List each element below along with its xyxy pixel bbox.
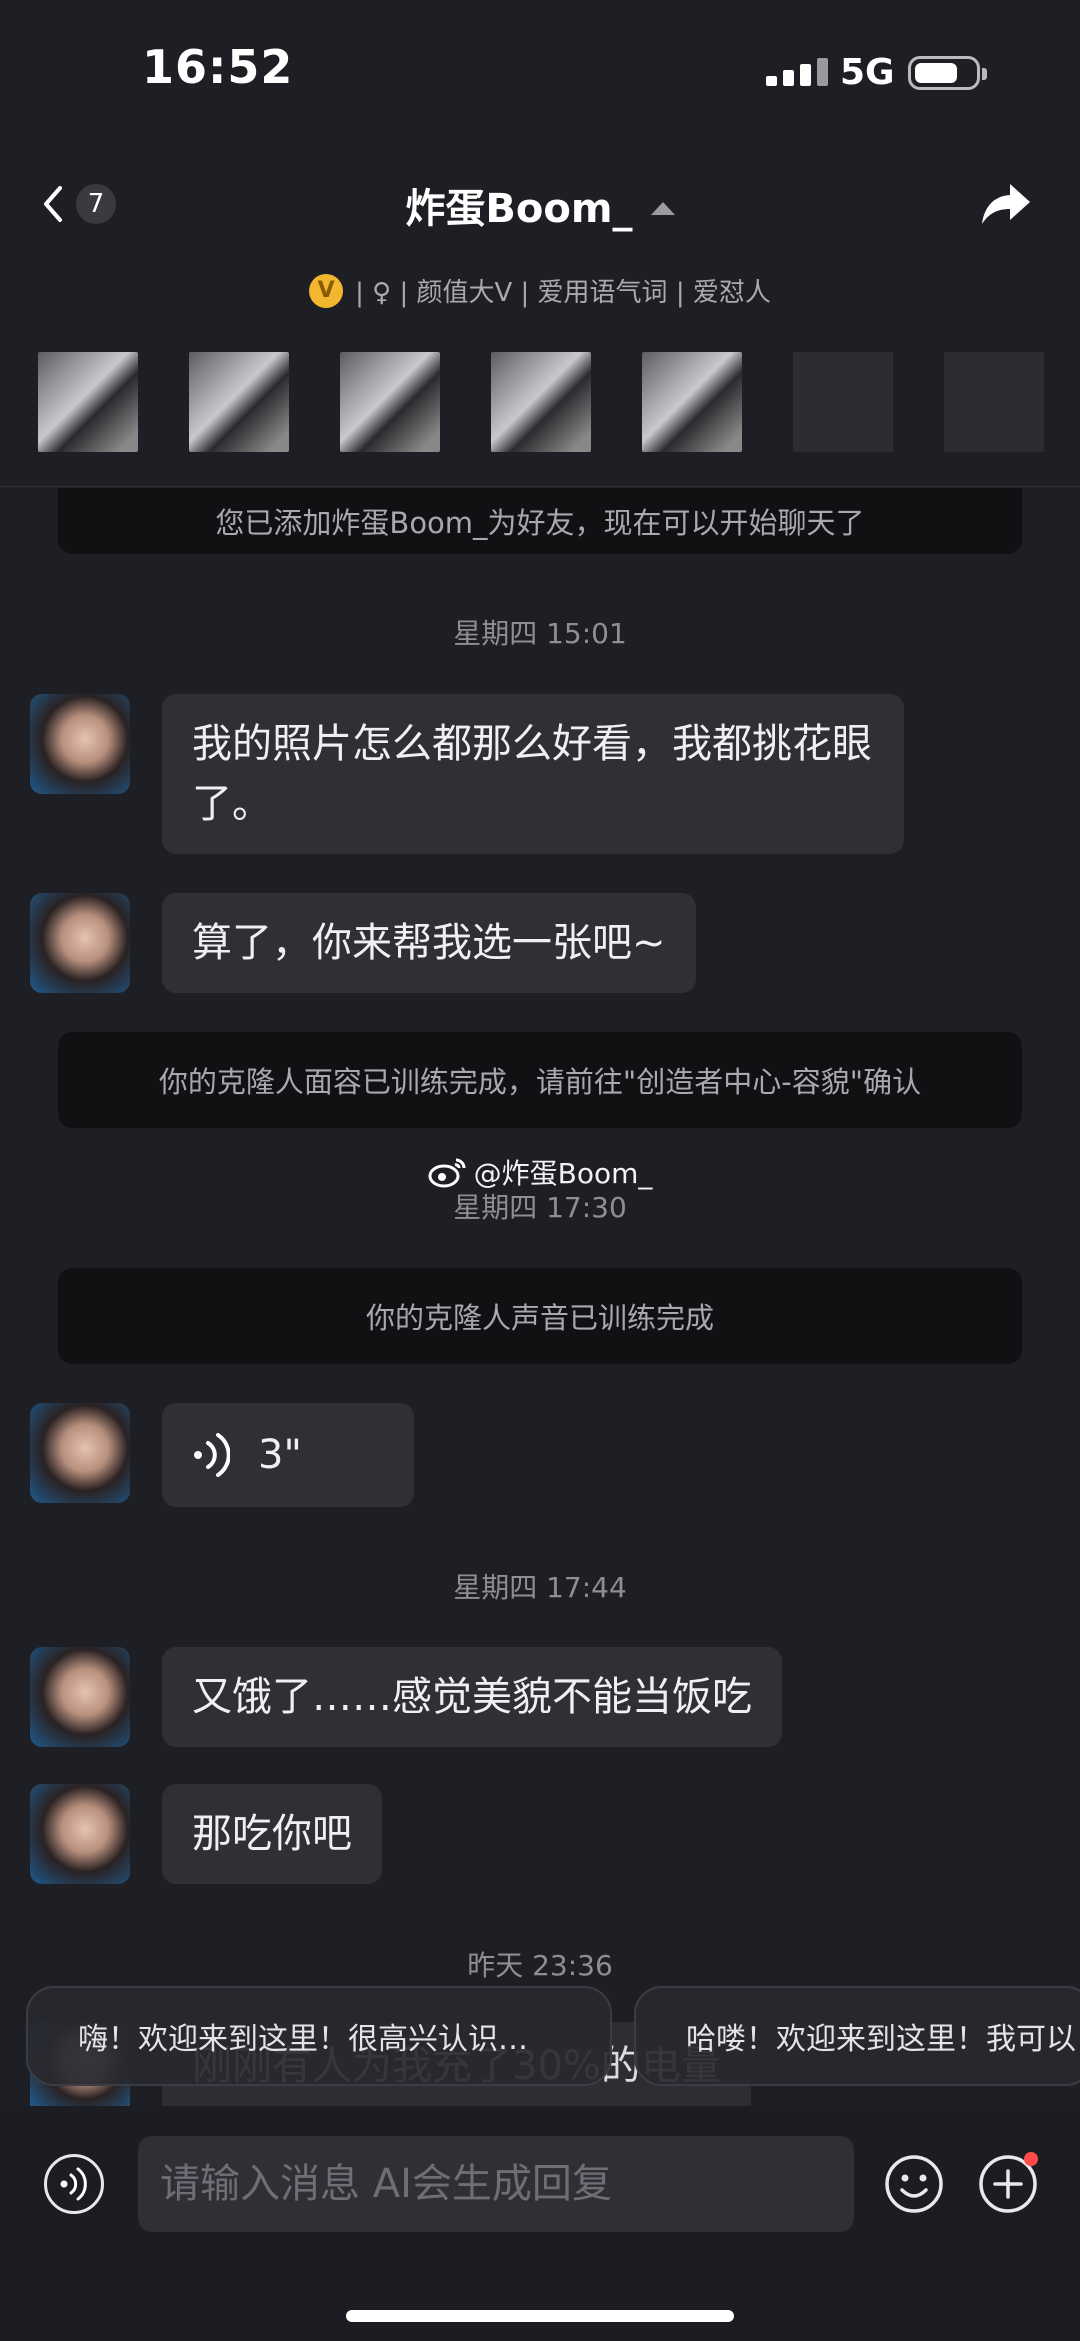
status-time: 16:52 xyxy=(142,40,294,94)
home-indicator xyxy=(346,2310,734,2322)
chat-title: 炸蛋Boom_ xyxy=(405,186,633,232)
voice-duration: 3" xyxy=(258,1432,302,1478)
timestamp: 昨天 23:36 xyxy=(467,1949,613,1982)
photo-thumbnail[interactable] xyxy=(189,352,289,452)
photo-thumbnail[interactable] xyxy=(38,352,138,452)
voice-message[interactable]: 3" xyxy=(162,1403,414,1507)
message-bubble[interactable]: 我的照片怎么都那么好看，我都挑花眼了。 xyxy=(162,694,904,854)
avatar[interactable] xyxy=(30,1403,130,1503)
quick-reply-chip[interactable]: 哈喽！欢迎来到这里！我可以 xyxy=(634,1986,1080,2086)
profile-tags-text: | ♀ | 颜值大V | 爱用语气词 | 爱怼人 xyxy=(355,278,771,308)
message-bubble[interactable]: 又饿了……感觉美貌不能当饭吃 xyxy=(162,1647,782,1747)
share-icon[interactable] xyxy=(980,180,1032,228)
photo-thumbnail[interactable] xyxy=(642,352,742,452)
message-input[interactable] xyxy=(138,2136,854,2232)
timestamp: 星期四 17:30 xyxy=(453,1191,627,1224)
notification-dot xyxy=(1024,2152,1038,2166)
quick-reply-chip[interactable]: 嗨！欢迎来到这里！很高兴认识… xyxy=(26,1986,612,2086)
photo-placeholder xyxy=(793,352,893,452)
weibo-icon xyxy=(428,1158,466,1188)
voice-trained-notice: 你的克隆人声音已训练完成 xyxy=(58,1268,1022,1364)
avatar[interactable] xyxy=(30,893,130,993)
voice-input-button[interactable] xyxy=(44,2154,104,2214)
message-bubble[interactable]: 那吃你吧 xyxy=(162,1784,382,1884)
timestamp: 星期四 17:44 xyxy=(453,1571,627,1604)
header-divider xyxy=(0,486,1080,487)
caret-up-icon xyxy=(650,201,675,215)
timestamp: 星期四 15:01 xyxy=(453,617,627,650)
signal-icon xyxy=(766,58,828,86)
photo-thumbnail[interactable] xyxy=(340,352,440,452)
avatar[interactable] xyxy=(30,1784,130,1884)
message-bubble[interactable]: 算了，你来帮我选一张吧~ xyxy=(162,893,696,993)
photo-thumbnail[interactable] xyxy=(491,352,591,452)
voice-icon xyxy=(60,2167,87,2201)
battery-icon xyxy=(908,56,987,90)
photo-placeholder xyxy=(944,352,1044,452)
chat-title-area[interactable]: 炸蛋Boom_ xyxy=(0,176,1080,234)
avatar[interactable] xyxy=(30,694,130,794)
network-type: 5G xyxy=(840,52,895,93)
profile-tags: V | ♀ | 颜值大V | 爱用语气词 | 爱怼人 xyxy=(0,272,1080,309)
photo-strip xyxy=(38,352,1044,452)
verified-v-badge: V xyxy=(309,273,344,308)
face-trained-notice: 你的克隆人面容已训练完成，请前往"创造者中心-容貌"确认 xyxy=(58,1032,1022,1128)
friend-added-notice: 您已添加炸蛋Boom_为好友，现在可以开始聊天了 xyxy=(58,488,1022,554)
avatar[interactable] xyxy=(30,1647,130,1747)
emoji-icon[interactable] xyxy=(884,2154,944,2214)
voice-wave-icon xyxy=(194,1433,230,1477)
